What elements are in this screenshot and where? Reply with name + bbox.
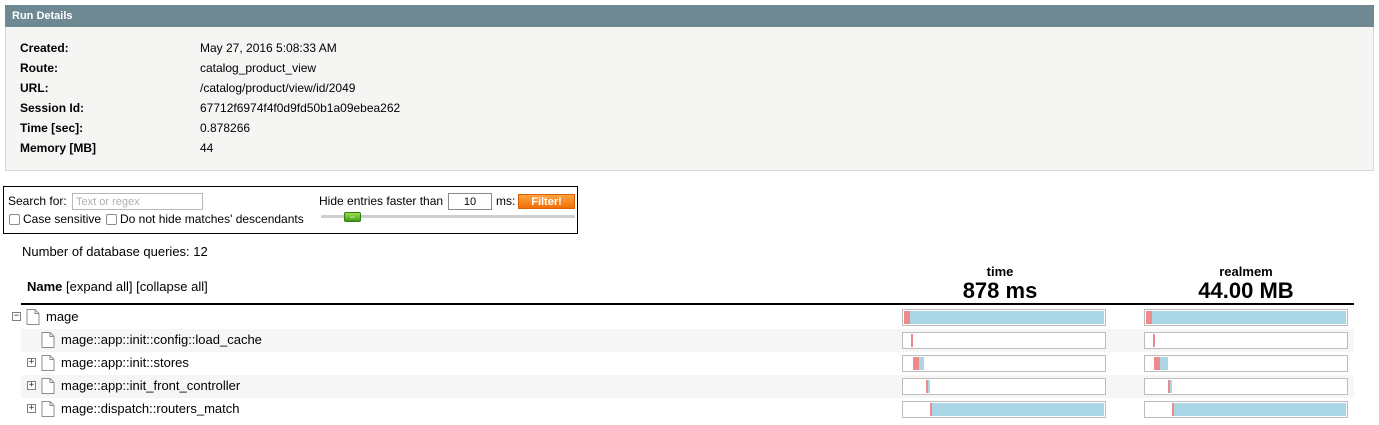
slider-arrows-icon: ⇔ (348, 212, 357, 221)
search-label: Search for: (8, 194, 67, 208)
tree-row[interactable]: + mage::dispatch::routers_match (21, 398, 1354, 421)
time-column-header: time 878 ms (898, 265, 1102, 303)
realmem-bar-total-fill (1146, 311, 1346, 324)
expand-toggle-icon[interactable]: + (27, 381, 36, 390)
tree-node-label: mage::dispatch::routers_match (61, 401, 240, 416)
realmem-bar (1144, 309, 1348, 326)
realmem-column-header: realmem 44.00 MB (1144, 265, 1348, 303)
document-icon (41, 332, 55, 348)
tree-node-label: mage::app::init::config::load_cache (61, 332, 262, 347)
detail-label: Memory [MB] (20, 141, 97, 155)
tree-node-label: mage (46, 309, 79, 324)
detail-label: Route: (20, 61, 58, 75)
document-icon (41, 355, 55, 371)
time-bar-total-fill (930, 403, 1104, 416)
time-bar (902, 401, 1106, 418)
realmem-bar-own-fill (1146, 311, 1152, 324)
tree-node-label: mage::app::init_front_controller (61, 378, 241, 393)
realmem-bar-own-fill (1172, 403, 1174, 416)
time-bar (902, 309, 1106, 326)
tree-row[interactable]: − mage (12, 306, 1354, 329)
hide-threshold-input[interactable] (448, 193, 492, 210)
detail-label: URL: (20, 81, 49, 95)
detail-value: 67712f6974f4f0d9fd50b1a09ebea262 (200, 101, 401, 115)
collapse-toggle-icon[interactable]: − (12, 312, 21, 321)
document-icon (26, 309, 40, 325)
no-hide-descendants-checkbox[interactable] (106, 214, 117, 225)
realmem-bar-total-fill (1172, 403, 1346, 416)
detail-value: 44 (200, 141, 214, 155)
tree-row[interactable]: + mage::app::init::stores (21, 352, 1354, 375)
tree-row[interactable]: mage::app::init::config::load_cache (21, 329, 1354, 352)
no-hide-descendants-label: Do not hide matches' descendants (120, 212, 304, 226)
realmem-title: realmem (1219, 264, 1273, 279)
header-divider (21, 303, 1354, 305)
realmem-bar (1144, 401, 1348, 418)
tree-row[interactable]: + mage::app::init_front_controller (21, 375, 1354, 398)
time-title: time (986, 264, 1014, 279)
collapse-all-link[interactable]: [collapse all] (136, 279, 208, 294)
search-input[interactable] (72, 193, 203, 210)
expand-toggle-icon[interactable]: + (27, 358, 36, 367)
realmem-bar (1144, 378, 1348, 395)
filter-button[interactable]: Filter! (518, 194, 575, 209)
detail-label: Session Id: (20, 101, 85, 115)
time-bar-own-fill (930, 403, 932, 416)
document-icon (41, 378, 55, 394)
time-bar (902, 378, 1106, 395)
time-bar-total-fill (904, 311, 1104, 324)
expand-toggle-icon[interactable]: + (27, 404, 36, 413)
threshold-slider-handle[interactable]: ⇔ (344, 212, 361, 222)
name-header-label: Name (27, 279, 63, 294)
time-total: 878 ms (962, 278, 1038, 303)
time-bar (902, 332, 1106, 349)
realmem-bar-own-fill (1153, 334, 1155, 347)
time-bar (902, 355, 1106, 372)
realmem-bar-own-fill (1168, 380, 1170, 393)
realmem-total: 44.00 MB (1198, 278, 1294, 303)
realmem-bar-own-fill (1154, 357, 1160, 370)
detail-label: Time [sec]: (20, 121, 84, 135)
realmem-bar (1144, 332, 1348, 349)
name-column-header: Name [expand all] [collapse all] (27, 279, 208, 294)
detail-label: Created: (20, 41, 69, 55)
hide-entries-label: Hide entries faster than (319, 194, 444, 208)
time-bar-own-fill (904, 311, 910, 324)
time-bar-own-fill (926, 380, 928, 393)
detail-value: 0.878266 (200, 121, 251, 135)
tree-node-label: mage::app::init::stores (61, 355, 189, 370)
db-queries-count: Number of database queries: 12 (22, 244, 208, 259)
ms-label: ms: (496, 194, 516, 208)
case-sensitive-label: Case sensitive (23, 212, 102, 226)
document-icon (41, 401, 55, 417)
detail-value: May 27, 2016 5:08:33 AM (200, 41, 337, 55)
case-sensitive-checkbox[interactable] (9, 214, 20, 225)
run-details-panel: Created: May 27, 2016 5:08:33 AM Route: … (5, 27, 1374, 171)
run-details-header: Run Details (5, 5, 1374, 27)
time-bar-own-fill (911, 334, 913, 347)
detail-value: /catalog/product/view/id/2049 (200, 81, 356, 95)
detail-value: catalog_product_view (200, 61, 317, 75)
run-details-title: Run Details (12, 10, 73, 22)
expand-all-link[interactable]: [expand all] (66, 279, 133, 294)
time-bar-own-fill (913, 357, 919, 370)
filter-panel: Search for: Case sensitive Do not hide m… (3, 186, 578, 234)
realmem-bar (1144, 355, 1348, 372)
